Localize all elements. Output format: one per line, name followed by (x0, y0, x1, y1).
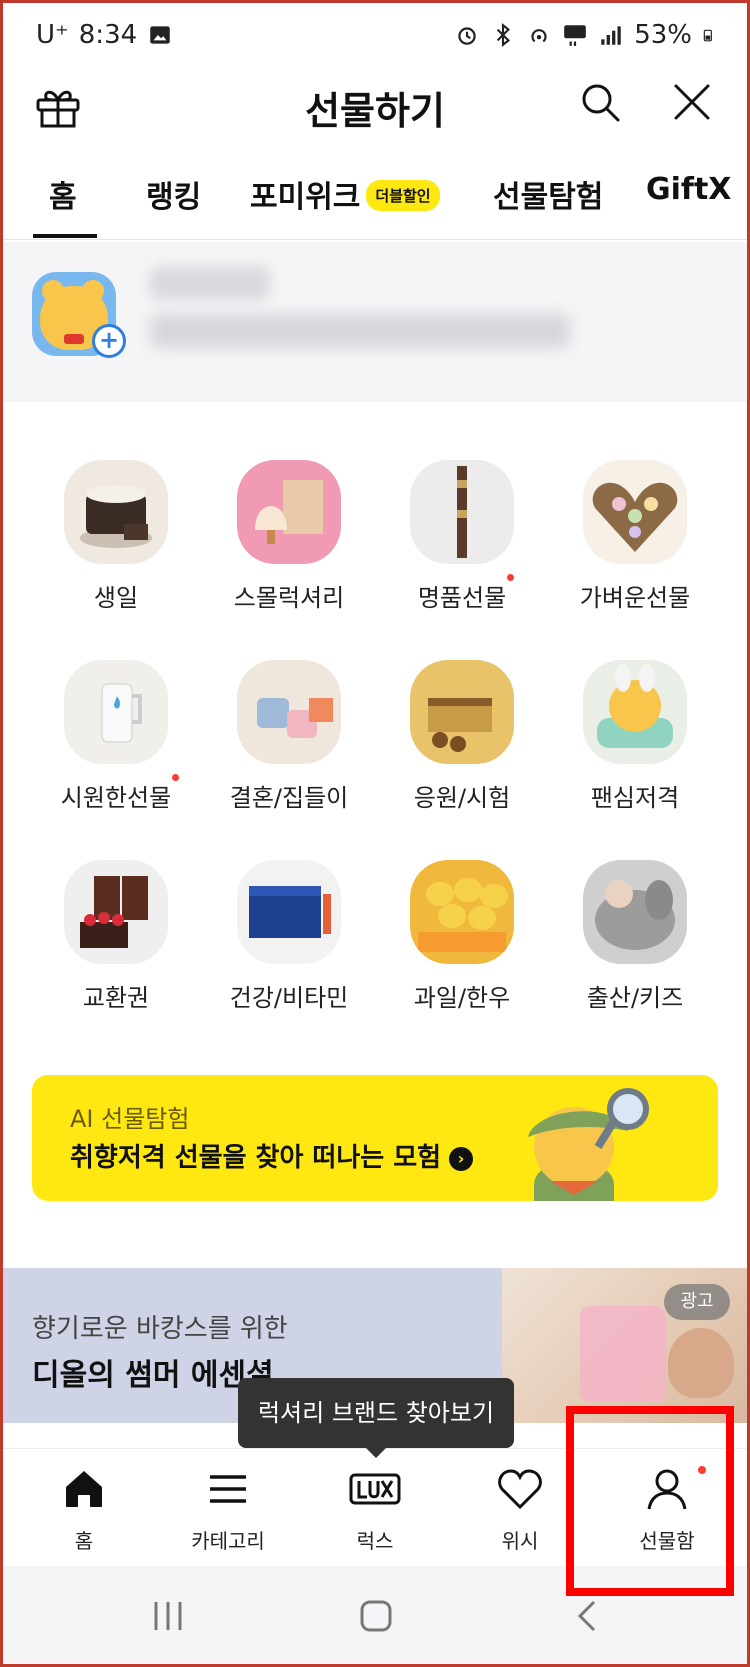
category-small-luxury[interactable]: 스몰럭셔리 (204, 460, 374, 613)
ai-gift-explore-banner[interactable]: AI 선물탐험 취향저격 선물을 찾아 떠나는 모험 › (32, 1075, 718, 1201)
nav-label: 카테고리 (191, 1529, 265, 1553)
luxury-gift-icon (410, 460, 514, 564)
blurred-name (150, 266, 270, 300)
image-icon (150, 26, 170, 44)
category-luxury-gift[interactable]: 명품선물 (377, 460, 547, 613)
tab-formeweek[interactable]: 포미위크 더블할인 (250, 172, 440, 216)
friend-profile-strip[interactable]: + (0, 242, 750, 402)
nav-home[interactable]: 홈 (14, 1463, 154, 1554)
heart-icon (498, 1469, 542, 1510)
category-birthday[interactable]: 생일 (31, 460, 201, 613)
blurred-info (150, 314, 570, 348)
status-bar: U⁺ 8:34 53% (0, 0, 750, 70)
recent-apps-icon[interactable] (148, 1596, 188, 1636)
category-fandom[interactable]: 팬심저격 (550, 660, 720, 813)
new-dot (507, 574, 515, 581)
battery-icon (703, 29, 712, 42)
category-light-gift[interactable]: 가벼운선물 (550, 460, 720, 613)
close-icon[interactable] (670, 80, 714, 124)
ad-badge: 광고 (664, 1284, 730, 1320)
menu-icon (210, 1475, 246, 1503)
category-label: 응원/시험 (413, 784, 511, 812)
nav-label: 홈 (74, 1529, 94, 1553)
category-label: 팬심저격 (590, 784, 680, 812)
category-label: 시원한선물 (61, 774, 180, 813)
alarm-icon (458, 27, 476, 45)
lux-tooltip: 럭셔리 브랜드 찾아보기 (238, 1378, 514, 1448)
category-wedding[interactable]: 결혼/집들이 (204, 660, 374, 813)
seashell-icon (668, 1328, 734, 1398)
lux-icon (349, 1473, 401, 1505)
nav-label: 럭스 (356, 1529, 394, 1553)
new-dot (172, 774, 180, 781)
tumbler-icon (64, 660, 168, 764)
active-tab-indicator (33, 234, 97, 238)
chocolate-icon (410, 660, 514, 764)
banner-title: 취향저격 선물을 찾아 떠나는 모험 › (70, 1137, 474, 1174)
category-label: 스몰럭셔리 (233, 584, 345, 612)
cake-icon (64, 460, 168, 564)
category-baby-kids[interactable]: 출산/키즈 (550, 860, 720, 1013)
highlight-box (566, 1406, 734, 1596)
category-health[interactable]: 건강/비타민 (204, 860, 374, 1013)
tab-ranking[interactable]: 랭킹 (146, 172, 201, 216)
baby-icon (583, 860, 687, 964)
carrier-text: U⁺ (36, 20, 69, 50)
category-label: 과일/한우 (413, 984, 511, 1012)
category-cool-gift[interactable]: 시원한선물 (31, 660, 201, 813)
time-text: 8:34 (78, 20, 138, 50)
bluetooth-icon (497, 22, 511, 48)
ad-subtitle: 향기로운 바캉스를 위한 (32, 1314, 288, 1344)
macaron-icon (583, 460, 687, 564)
vitamin-icon (237, 860, 341, 964)
home-button-icon[interactable] (356, 1596, 396, 1636)
double-discount-badge: 더블할인 (366, 180, 440, 211)
tab-home[interactable]: 홈 (49, 172, 77, 216)
category-label: 결혼/집들이 (229, 784, 349, 812)
tab-giftx[interactable]: GiftX (646, 172, 731, 207)
mango-icon (410, 860, 514, 964)
home-icon (66, 1471, 102, 1507)
tab-gift-explore[interactable]: 선물탐험 (493, 172, 603, 216)
small-luxury-icon (237, 460, 341, 564)
cups-icon (237, 660, 341, 764)
category-label: 출산/키즈 (586, 984, 684, 1012)
tab-formeweek-label: 포미위크 (250, 180, 361, 215)
category-fruit-beef[interactable]: 과일/한우 (377, 860, 547, 1013)
nav-category[interactable]: 카테고리 (158, 1463, 298, 1554)
category-voucher[interactable]: 교환권 (31, 860, 201, 1013)
tooltip-tail (364, 1446, 388, 1458)
category-label: 생일 (93, 584, 139, 612)
battery-text: 53% (634, 20, 692, 50)
category-label: 명품선물 (418, 574, 515, 613)
category-label: 건강/비타민 (229, 984, 349, 1012)
search-icon[interactable] (578, 80, 622, 124)
category-label: 가벼운선물 (579, 584, 691, 612)
coffee-cake-icon (64, 860, 168, 964)
chevron-right-icon: › (449, 1146, 474, 1171)
explorer-character-icon (528, 1088, 649, 1201)
character-icon (583, 660, 687, 764)
5g-icon (564, 25, 587, 46)
add-friend-icon[interactable]: + (92, 324, 126, 358)
perfume-bottle-icon (580, 1306, 666, 1402)
category-label: 교환권 (82, 984, 150, 1012)
page-title: 선물하기 (305, 89, 445, 133)
back-icon[interactable] (568, 1596, 608, 1636)
banner-subtitle: AI 선물탐험 (70, 1105, 190, 1133)
nav-lux[interactable]: 럭스 (305, 1463, 445, 1554)
signal-icon (601, 26, 621, 45)
hotspot-icon (531, 29, 547, 43)
category-cheer-exam[interactable]: 응원/시험 (377, 660, 547, 813)
tab-bar: 홈 랭킹 포미위크 더블할인 선물탐험 GiftX (0, 160, 750, 240)
